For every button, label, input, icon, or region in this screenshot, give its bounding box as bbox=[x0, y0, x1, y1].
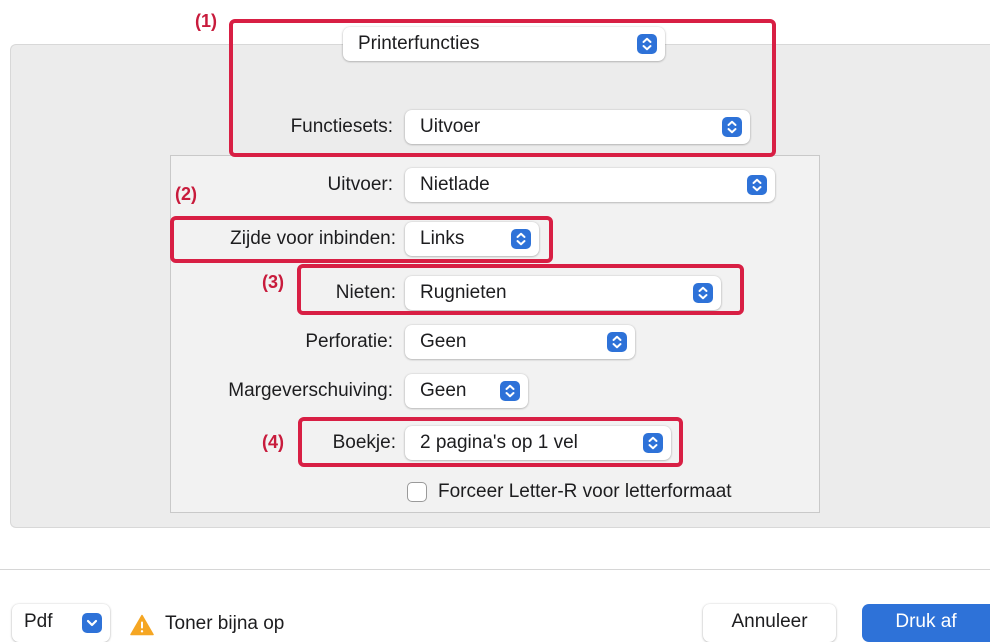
punch-popup[interactable]: Geen bbox=[405, 325, 635, 359]
callout-box-4 bbox=[298, 417, 683, 467]
margin-shift-label: Margeverschuiving: bbox=[228, 380, 393, 401]
chevron-updown-icon bbox=[747, 175, 767, 195]
pdf-menu-button[interactable]: Pdf bbox=[12, 604, 110, 642]
cancel-button[interactable]: Annuleer bbox=[703, 604, 836, 642]
pdf-label: Pdf bbox=[24, 611, 53, 632]
warning-text: Toner bijna op bbox=[165, 613, 285, 634]
chevron-updown-icon bbox=[500, 381, 520, 401]
callout-box-3 bbox=[297, 264, 744, 315]
force-letter-r-checkbox[interactable] bbox=[407, 482, 427, 502]
chevron-updown-icon bbox=[607, 332, 627, 352]
output-popup[interactable]: Nietlade bbox=[405, 168, 775, 202]
chevron-down-icon bbox=[82, 613, 102, 633]
output-label: Uitvoer: bbox=[327, 174, 393, 195]
footer-divider bbox=[0, 569, 990, 570]
print-button[interactable]: Druk af bbox=[862, 604, 990, 642]
margin-shift-value: Geen bbox=[420, 380, 467, 401]
callout-number-4: (4) bbox=[262, 432, 284, 452]
margin-shift-popup[interactable]: Geen bbox=[405, 374, 528, 408]
callout-number-1: (1) bbox=[195, 11, 217, 31]
callout-box-1 bbox=[229, 19, 776, 157]
punch-label: Perforatie: bbox=[305, 331, 393, 352]
callout-number-3: (3) bbox=[262, 272, 284, 292]
callout-number-2: (2) bbox=[175, 184, 197, 204]
callout-box-2 bbox=[170, 216, 553, 263]
warning-icon bbox=[130, 614, 154, 636]
output-value: Nietlade bbox=[420, 174, 490, 195]
punch-value: Geen bbox=[420, 331, 467, 352]
force-letter-r-label: Forceer Letter-R voor letterformaat bbox=[438, 481, 732, 502]
